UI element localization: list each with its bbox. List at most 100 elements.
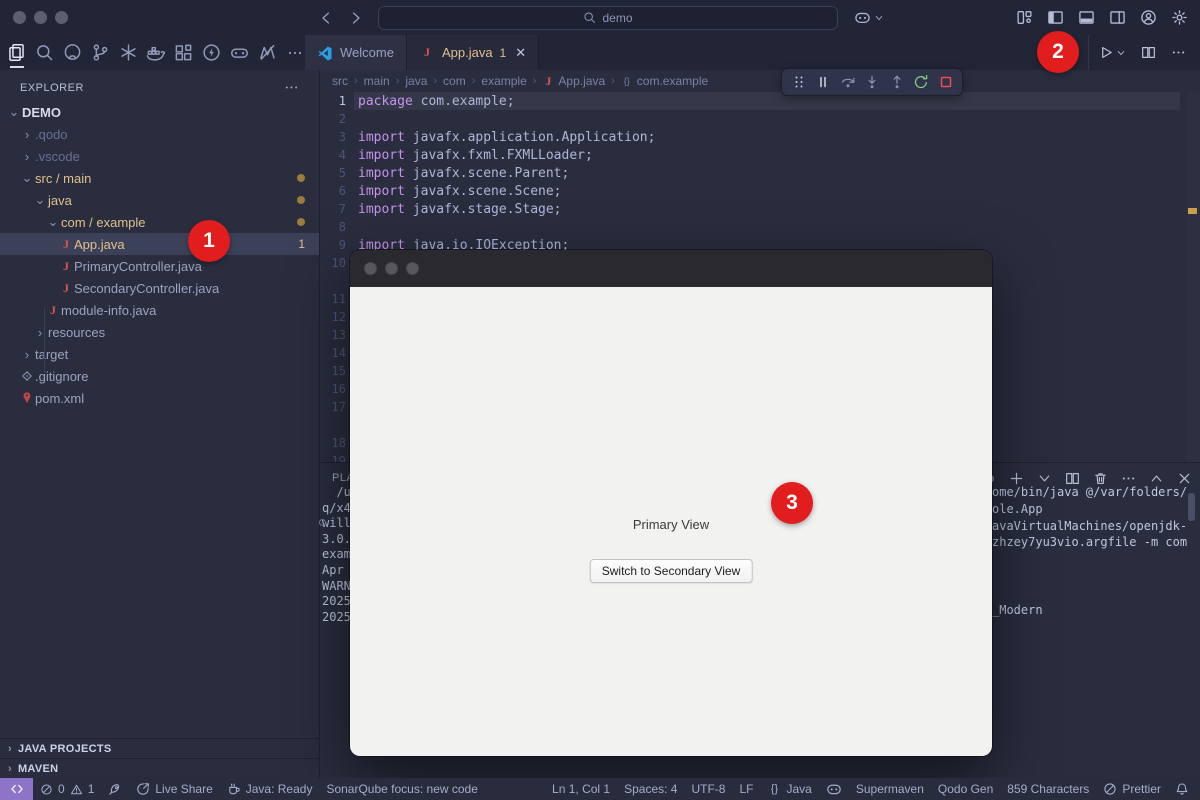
- activity-bar: [0, 35, 305, 70]
- terminal-chevron-up-button[interactable]: [1149, 471, 1164, 486]
- terminal-split-editor-button[interactable]: [1065, 471, 1080, 486]
- close-window-button[interactable]: [13, 11, 26, 24]
- activity-item-supermaven[interactable]: [257, 36, 277, 69]
- terminal-ellipsis-button[interactable]: [1121, 471, 1136, 486]
- status-indentation[interactable]: Spaces: 4: [617, 778, 684, 800]
- breadcrumb-item[interactable]: {}com.example: [621, 74, 708, 88]
- tree-item-primarycontroller-java[interactable]: JPrimaryController.java: [0, 255, 319, 277]
- status-encoding[interactable]: UTF-8: [684, 778, 732, 800]
- step-into-button[interactable]: [864, 74, 880, 90]
- panel-right-icon[interactable]: [1109, 9, 1126, 26]
- javafx-minimize-button[interactable]: [385, 262, 398, 275]
- section-label: MAVEN: [18, 763, 58, 775]
- breadcrumb-item[interactable]: JApp.java: [542, 74, 605, 89]
- tree-item-target[interactable]: ›target: [0, 343, 319, 365]
- forward-arrow-icon[interactable]: [348, 10, 364, 26]
- activity-item-lightning[interactable]: [202, 36, 222, 69]
- pause-button[interactable]: [815, 74, 831, 90]
- explorer-more-button[interactable]: [284, 80, 299, 95]
- terminal-scrollbar[interactable]: [1188, 493, 1195, 521]
- breadcrumb-item[interactable]: example: [481, 74, 526, 88]
- tree-item-module-info-java[interactable]: Jmodule-info.java: [0, 299, 319, 321]
- status-notifications[interactable]: [1168, 778, 1196, 800]
- overview-ruler[interactable]: [1186, 92, 1200, 462]
- activity-item-github[interactable]: [63, 36, 83, 69]
- run-button[interactable]: [1099, 45, 1126, 60]
- tree-item-app-java[interactable]: JApp.java1: [0, 233, 319, 255]
- back-arrow-icon[interactable]: [318, 10, 334, 26]
- chevron-down-icon[interactable]: [1116, 48, 1126, 58]
- line-number: 4: [320, 148, 346, 162]
- status-copilot[interactable]: [819, 778, 849, 800]
- activity-item-source-control[interactable]: [90, 36, 110, 69]
- stop-button[interactable]: [938, 74, 954, 90]
- gear-icon[interactable]: [1171, 9, 1188, 26]
- gamepad-icon: [230, 43, 249, 62]
- javafx-window-titlebar[interactable]: [350, 250, 992, 287]
- tree-item-src-main[interactable]: ⌄src / main: [0, 167, 319, 189]
- grip-button[interactable]: [791, 74, 807, 90]
- tree-item-com-example[interactable]: ⌄com / example: [0, 211, 319, 233]
- terminal-trash-button[interactable]: [1093, 471, 1108, 486]
- javafx-close-button[interactable]: [364, 262, 377, 275]
- panel-left-icon[interactable]: [1047, 9, 1064, 26]
- switch-to-secondary-view-button[interactable]: Switch to Secondary View: [590, 559, 753, 583]
- activity-and-tabs-row: WelcomeJApp.java1✕: [0, 35, 1200, 70]
- copilot-menu[interactable]: [854, 9, 884, 26]
- maximize-window-button[interactable]: [55, 11, 68, 24]
- tree-item--vscode[interactable]: ›.vscode: [0, 145, 319, 167]
- activity-item-docker[interactable]: [146, 36, 166, 69]
- status-prettier[interactable]: Prettier: [1096, 778, 1168, 800]
- breadcrumb-item[interactable]: main: [364, 74, 390, 88]
- status-java-status[interactable]: Java: Ready: [220, 778, 320, 800]
- status-launch[interactable]: [101, 778, 129, 800]
- close-tab-icon[interactable]: ✕: [515, 45, 526, 61]
- status-sonarqube-focus[interactable]: SonarQube focus: new code: [319, 778, 484, 800]
- tree-item-pom-xml[interactable]: pom.xml: [0, 387, 319, 409]
- status-qodo-gen[interactable]: Qodo Gen: [931, 778, 1000, 800]
- tab-app-java[interactable]: JApp.java1✕: [407, 35, 539, 70]
- restart-button[interactable]: [913, 74, 929, 90]
- tree-item--gitignore[interactable]: .gitignore: [0, 365, 319, 387]
- tree-item-resources[interactable]: ›resources: [0, 321, 319, 343]
- terminal-plus-button[interactable]: [1009, 471, 1024, 486]
- status-label: Prettier: [1122, 782, 1161, 796]
- remote-indicator[interactable]: [0, 778, 33, 800]
- section-maven[interactable]: ›MAVEN: [0, 758, 320, 778]
- section-java-projects[interactable]: ›JAVA PROJECTS: [0, 738, 320, 758]
- more-actions-button[interactable]: [1171, 45, 1186, 60]
- tree-item--qodo[interactable]: ›.qodo: [0, 123, 319, 145]
- status-live-share[interactable]: Live Share: [129, 778, 219, 800]
- breadcrumb-item[interactable]: src: [332, 74, 348, 88]
- breadcrumb-item[interactable]: java: [405, 74, 427, 88]
- activity-overflow-button[interactable]: [285, 36, 305, 69]
- tree-item-java[interactable]: ⌄java: [0, 189, 319, 211]
- activity-item-extensions-grid[interactable]: [174, 36, 194, 69]
- activity-item-files[interactable]: [7, 36, 27, 69]
- activity-item-search[interactable]: [35, 36, 55, 69]
- status-character-count[interactable]: 859 Characters: [1000, 778, 1096, 800]
- tab-welcome[interactable]: Welcome: [305, 35, 407, 70]
- status-language-mode[interactable]: {}Java: [760, 778, 818, 800]
- breadcrumb-item[interactable]: com: [443, 74, 466, 88]
- step-out-button[interactable]: [889, 74, 905, 90]
- status-cursor-position[interactable]: Ln 1, Col 1: [545, 778, 617, 800]
- terminal-chevron-down-button[interactable]: [1037, 471, 1052, 486]
- javafx-zoom-button[interactable]: [406, 262, 419, 275]
- minimize-window-button[interactable]: [34, 11, 47, 24]
- command-center-search[interactable]: demo: [378, 6, 838, 30]
- status-supermaven[interactable]: Supermaven: [849, 778, 931, 800]
- status-problems[interactable]: 01: [33, 778, 101, 800]
- activity-item-gamepad[interactable]: [230, 36, 250, 69]
- customize-layout-icon[interactable]: [1016, 9, 1033, 26]
- tree-item-secondarycontroller-java[interactable]: JSecondaryController.java: [0, 277, 319, 299]
- panel-bottom-icon[interactable]: [1078, 9, 1095, 26]
- terminal-close-button[interactable]: [1177, 471, 1192, 486]
- split-editor-button[interactable]: [1141, 45, 1156, 60]
- step-over-button[interactable]: [840, 74, 856, 90]
- window-controls[interactable]: [0, 11, 90, 24]
- account-icon[interactable]: [1140, 9, 1157, 26]
- status-eol[interactable]: LF: [732, 778, 760, 800]
- tree-item-demo[interactable]: ⌄DEMO: [0, 101, 319, 123]
- activity-item-sonarqube[interactable]: [118, 36, 138, 69]
